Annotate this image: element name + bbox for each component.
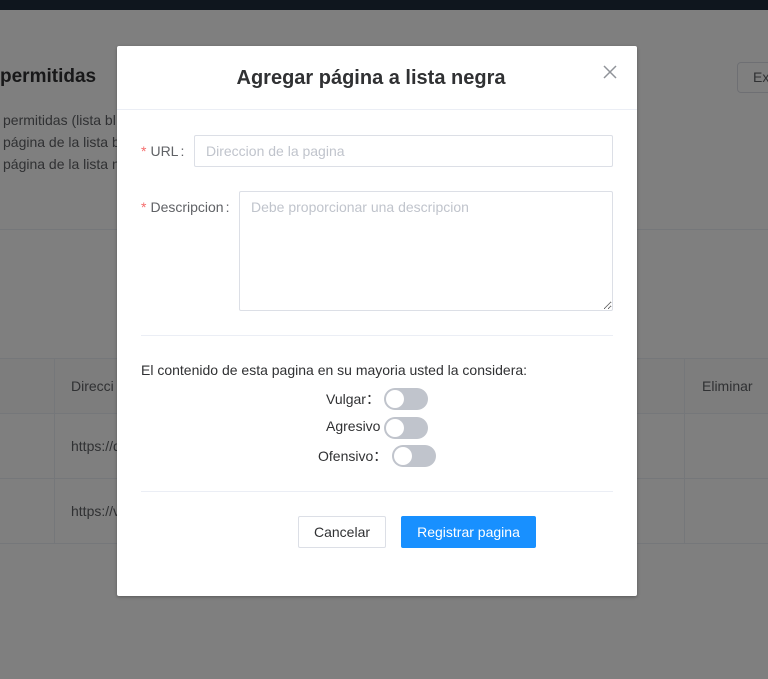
required-asterisk: *	[141, 143, 147, 159]
dialog-header: Agregar página a lista negra	[117, 46, 637, 110]
cancel-button[interactable]: Cancelar	[298, 516, 386, 548]
form-divider	[141, 335, 613, 336]
add-blacklist-dialog: Agregar página a lista negra *URL: *Desc…	[117, 46, 637, 596]
vulgar-label: Vulgar：	[326, 391, 380, 407]
agresivo-label: Agresivo	[326, 418, 381, 434]
register-page-button[interactable]: Registrar pagina	[401, 516, 536, 548]
description-label: * Descripcion:	[141, 199, 230, 215]
url-input[interactable]	[194, 135, 613, 167]
content-question: El contenido de esta pagina en su mayori…	[141, 362, 528, 378]
ofensivo-switch[interactable]	[392, 445, 436, 467]
switch-knob	[386, 419, 404, 437]
dialog-title: Agregar página a lista negra	[236, 67, 506, 89]
agresivo-switch[interactable]	[384, 417, 428, 439]
url-label: * URL:	[141, 143, 185, 159]
close-icon[interactable]	[601, 63, 619, 81]
vulgar-switch[interactable]	[384, 388, 428, 410]
description-textarea[interactable]	[239, 191, 613, 311]
switch-knob	[386, 390, 404, 408]
footer-divider	[141, 491, 613, 492]
ofensivo-label: Ofensivo：	[318, 448, 388, 464]
switch-knob	[394, 447, 412, 465]
required-asterisk: *	[141, 199, 147, 215]
